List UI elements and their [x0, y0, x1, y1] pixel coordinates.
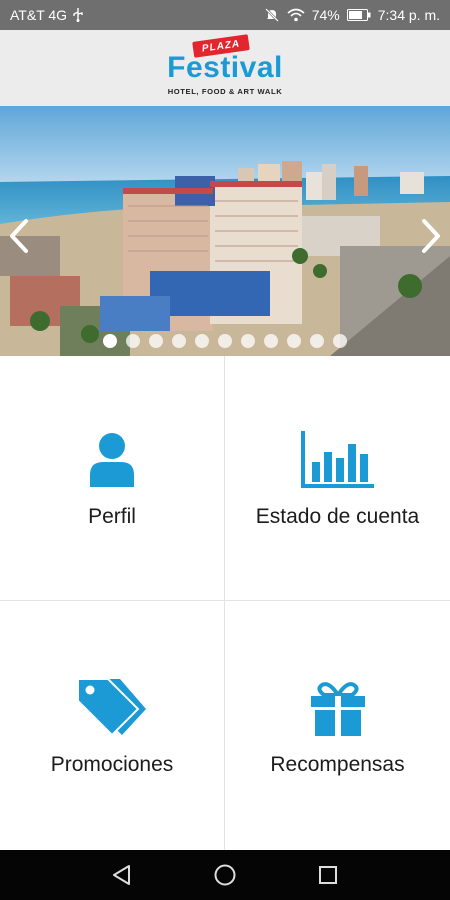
carrier-label: AT&T 4G — [10, 7, 68, 23]
carousel-dot[interactable] — [241, 334, 255, 348]
home-icon — [214, 864, 236, 886]
chevron-right-icon — [422, 219, 440, 253]
recents-icon — [319, 866, 338, 884]
battery-percent: 74% — [311, 7, 340, 23]
carousel-prev-button[interactable] — [4, 216, 34, 256]
usb-icon — [73, 8, 83, 22]
carousel-dot[interactable] — [264, 334, 278, 348]
nav-recents-button[interactable] — [308, 855, 348, 895]
carousel-dot[interactable] — [149, 334, 163, 348]
menu-item-label: Promociones — [50, 752, 174, 776]
nav-home-button[interactable] — [205, 855, 245, 895]
app-header: PLAZA Festival HOTEL, FOOD & ART WALK — [0, 30, 450, 106]
battery-icon — [346, 9, 371, 21]
bar-chart-icon — [300, 427, 376, 489]
menu-item-label: Perfil — [88, 505, 136, 528]
carousel-next-button[interactable] — [416, 216, 446, 256]
carousel-dot[interactable] — [195, 334, 209, 348]
menu-item-perfil[interactable]: Perfil — [0, 356, 225, 601]
menu-item-promociones[interactable]: Promociones — [0, 601, 225, 850]
nav-back-button[interactable] — [102, 855, 142, 895]
carousel-indicators — [0, 334, 450, 348]
chevron-left-icon — [10, 219, 28, 253]
gift-icon — [309, 675, 367, 737]
status-left: AT&T 4G — [10, 7, 83, 23]
carousel-dot[interactable] — [333, 334, 347, 348]
festival-logo: PLAZA Festival HOTEL, FOOD & ART WALK — [155, 34, 295, 101]
clock: 7:34 p. m. — [377, 7, 440, 23]
user-icon — [88, 427, 136, 489]
carousel-dot[interactable] — [218, 334, 232, 348]
menu-item-label: Recompensas — [270, 752, 405, 776]
menu-item-estado-de-cuenta[interactable]: Estado de cuenta — [225, 356, 450, 601]
main-menu-grid: Perfil Estado de cuenta Promociones Reco… — [0, 356, 450, 850]
logo-title: Festival — [167, 51, 283, 84]
back-icon — [112, 865, 130, 885]
status-bar: AT&T 4G 74% 7:34 p. m. — [0, 0, 450, 30]
carousel-dot[interactable] — [126, 334, 140, 348]
tags-icon — [76, 675, 148, 737]
menu-item-recompensas[interactable]: Recompensas — [225, 601, 450, 850]
menu-item-label: Estado de cuenta — [255, 505, 420, 528]
carousel-dot[interactable] — [103, 334, 117, 348]
carousel-dot[interactable] — [287, 334, 301, 348]
hero-carousel[interactable] — [0, 106, 450, 356]
mute-icon — [264, 7, 280, 23]
carousel-dot[interactable] — [172, 334, 186, 348]
carousel-dot[interactable] — [310, 334, 324, 348]
hotel-photo — [0, 106, 450, 356]
system-nav-bar — [0, 850, 450, 900]
logo-subtitle: HOTEL, FOOD & ART WALK — [167, 87, 283, 96]
status-right: 74% 7:34 p. m. — [264, 7, 440, 23]
wifi-icon — [287, 8, 305, 22]
